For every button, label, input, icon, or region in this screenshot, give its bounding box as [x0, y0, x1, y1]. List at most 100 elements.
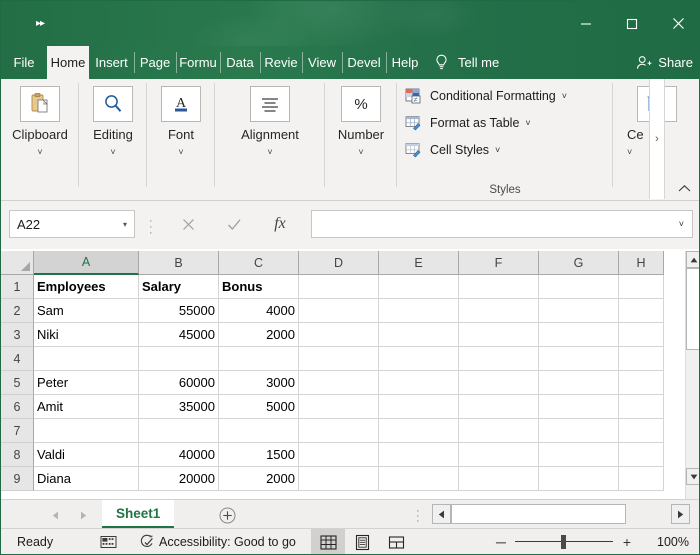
chevron-down-icon[interactable]: ˅	[325, 147, 397, 157]
tab-file[interactable]: File	[1, 46, 47, 79]
vertical-scrollbar[interactable]	[685, 251, 700, 499]
row-header-7[interactable]: 7	[1, 419, 34, 443]
row-header-8[interactable]: 8	[1, 443, 34, 467]
add-sheet-button[interactable]	[214, 504, 240, 526]
view-page-break[interactable]	[379, 529, 413, 555]
row-header-9[interactable]: 9	[1, 467, 34, 491]
cell-E6[interactable]	[379, 395, 459, 419]
scroll-up-button[interactable]	[686, 251, 700, 268]
cancel-entry-button[interactable]	[165, 210, 211, 238]
cell-G9[interactable]	[539, 467, 619, 491]
tab-developer[interactable]: Devel	[342, 46, 386, 79]
name-box[interactable]: A22 ▾	[9, 210, 135, 238]
zoom-slider[interactable]	[511, 529, 617, 555]
cell-D1[interactable]	[299, 275, 379, 299]
cell-D2[interactable]	[299, 299, 379, 323]
zoom-slider-thumb[interactable]	[561, 535, 566, 549]
previous-sheet-button[interactable]	[41, 504, 69, 526]
cell-A6[interactable]: Amit	[34, 395, 139, 419]
format-as-table-button[interactable]: Format as Table ˅	[401, 112, 535, 134]
cell-C7[interactable]	[219, 419, 299, 443]
select-all-button[interactable]	[1, 251, 34, 275]
cell-C1[interactable]: Bonus	[219, 275, 299, 299]
cell-H2[interactable]	[619, 299, 664, 323]
cell-G5[interactable]	[539, 371, 619, 395]
cell-H3[interactable]	[619, 323, 664, 347]
row-header-2[interactable]: 2	[1, 299, 34, 323]
expand-formula-bar-icon[interactable]: ˅	[679, 219, 684, 229]
conditional-formatting-button[interactable]: ≠ Conditional Formatting ˅	[401, 85, 571, 107]
tab-formulas[interactable]: Formu	[176, 46, 220, 79]
cell-G2[interactable]	[539, 299, 619, 323]
column-header-C[interactable]: C	[219, 251, 299, 275]
cell-C6[interactable]: 5000	[219, 395, 299, 419]
zoom-percent-label[interactable]: 100%	[643, 535, 689, 549]
cell-E1[interactable]	[379, 275, 459, 299]
cell-B3[interactable]: 45000	[139, 323, 219, 347]
record-macro-button[interactable]	[100, 529, 118, 555]
scroll-left-button[interactable]	[432, 504, 451, 524]
cell-H7[interactable]	[619, 419, 664, 443]
cell-F3[interactable]	[459, 323, 539, 347]
minimize-button[interactable]	[563, 1, 609, 46]
cell-C5[interactable]: 3000	[219, 371, 299, 395]
column-header-F[interactable]: F	[459, 251, 539, 275]
cell-D7[interactable]	[299, 419, 379, 443]
row-header-1[interactable]: 1	[1, 275, 34, 299]
tell-me-button[interactable]: Tell me	[434, 46, 499, 79]
scroll-down-button[interactable]	[686, 468, 700, 485]
cell-styles-button[interactable]: Cell Styles ˅	[401, 139, 504, 161]
cell-B6[interactable]: 35000	[139, 395, 219, 419]
row-header-6[interactable]: 6	[1, 395, 34, 419]
ribbon-group-number-button[interactable]: %	[341, 86, 381, 122]
close-button[interactable]	[655, 1, 700, 46]
tab-view[interactable]: View	[302, 46, 342, 79]
vertical-scroll-thumb[interactable]	[686, 268, 700, 350]
next-sheet-button[interactable]	[69, 504, 97, 526]
cell-E7[interactable]	[379, 419, 459, 443]
cell-F7[interactable]	[459, 419, 539, 443]
cell-H4[interactable]	[619, 347, 664, 371]
column-header-G[interactable]: G	[539, 251, 619, 275]
chevron-down-icon[interactable]: ˅	[1, 147, 79, 157]
tab-insert[interactable]: Insert	[89, 46, 134, 79]
column-header-H[interactable]: H	[619, 251, 664, 275]
cell-D3[interactable]	[299, 323, 379, 347]
cell-B9[interactable]: 20000	[139, 467, 219, 491]
cell-F8[interactable]	[459, 443, 539, 467]
cell-A7[interactable]	[34, 419, 139, 443]
horizontal-scrollbar[interactable]	[432, 504, 690, 524]
confirm-entry-button[interactable]	[211, 210, 257, 238]
cell-C8[interactable]: 1500	[219, 443, 299, 467]
accessibility-status-button[interactable]: Accessibility: Good to go	[139, 529, 296, 555]
tab-data[interactable]: Data	[220, 46, 260, 79]
cell-C4[interactable]	[219, 347, 299, 371]
collapse-ribbon-button[interactable]	[673, 178, 695, 198]
cell-G3[interactable]	[539, 323, 619, 347]
scroll-right-button[interactable]	[671, 504, 690, 524]
cell-E9[interactable]	[379, 467, 459, 491]
cell-A3[interactable]: Niki	[34, 323, 139, 347]
cell-B7[interactable]	[139, 419, 219, 443]
cell-B8[interactable]: 40000	[139, 443, 219, 467]
cell-E5[interactable]	[379, 371, 459, 395]
cell-F9[interactable]	[459, 467, 539, 491]
chevron-down-icon[interactable]: ˅	[79, 147, 147, 157]
row-header-5[interactable]: 5	[1, 371, 34, 395]
chevron-down-icon[interactable]: ˅	[215, 147, 325, 157]
cell-E3[interactable]	[379, 323, 459, 347]
cell-A5[interactable]: Peter	[34, 371, 139, 395]
ribbon-group-font-button[interactable]: A	[161, 86, 201, 122]
cell-E4[interactable]	[379, 347, 459, 371]
cell-B4[interactable]	[139, 347, 219, 371]
cell-E2[interactable]	[379, 299, 459, 323]
cell-G8[interactable]	[539, 443, 619, 467]
row-header-3[interactable]: 3	[1, 323, 34, 347]
ribbon-group-alignment-button[interactable]	[250, 86, 290, 122]
cell-D5[interactable]	[299, 371, 379, 395]
cell-F1[interactable]	[459, 275, 539, 299]
cell-A8[interactable]: Valdi	[34, 443, 139, 467]
chevron-down-icon[interactable]: ˅	[147, 147, 215, 157]
ribbon-group-clipboard-button[interactable]	[20, 86, 60, 122]
cell-H9[interactable]	[619, 467, 664, 491]
